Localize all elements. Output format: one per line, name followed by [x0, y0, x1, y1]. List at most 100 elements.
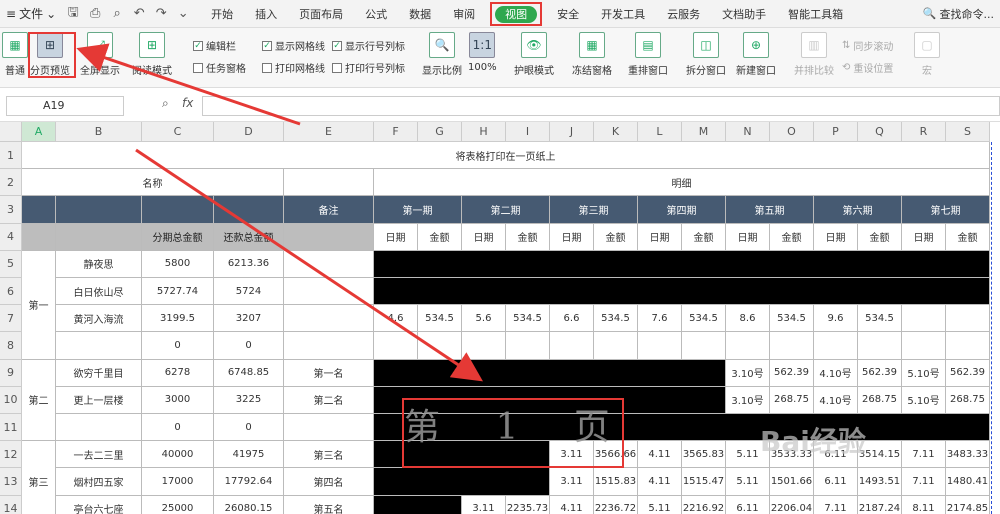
cell[interactable]: 3565.83: [682, 441, 726, 469]
cell[interactable]: 4.10号: [814, 386, 858, 414]
cell[interactable]: 第一期: [374, 196, 462, 224]
cell[interactable]: 5800: [142, 250, 214, 278]
cell[interactable]: 第五期: [726, 196, 814, 224]
cell[interactable]: [814, 332, 858, 360]
fx-icon[interactable]: fx: [182, 96, 193, 110]
tab-5[interactable]: 审阅: [442, 6, 486, 22]
cell[interactable]: 7.11: [902, 468, 946, 496]
cell[interactable]: 6.6: [550, 305, 594, 333]
cell[interactable]: 5727.74: [142, 278, 214, 306]
cell[interactable]: 0: [142, 414, 214, 442]
cell[interactable]: 第四期: [638, 196, 726, 224]
cell[interactable]: 3.11: [462, 495, 506, 514]
cell[interactable]: [284, 250, 374, 278]
cell[interactable]: 268.75: [946, 386, 990, 414]
cell[interactable]: 更上一层楼: [56, 386, 142, 414]
cell[interactable]: [284, 169, 374, 197]
cell[interactable]: [284, 414, 374, 442]
cell[interactable]: 3199.5: [142, 305, 214, 333]
cell[interactable]: 5.10号: [902, 359, 946, 387]
cell[interactable]: 1480.41: [946, 468, 990, 496]
cell[interactable]: [374, 278, 990, 306]
row-header[interactable]: 6: [0, 278, 22, 306]
cell[interactable]: 268.75: [770, 386, 814, 414]
cell[interactable]: 4.11: [638, 441, 682, 469]
new-window-button[interactable]: ⊕ 新建窗口: [736, 32, 776, 84]
cell[interactable]: 3000: [142, 386, 214, 414]
cell[interactable]: [462, 332, 506, 360]
column-header[interactable]: N: [726, 122, 770, 142]
cell[interactable]: [946, 332, 990, 360]
cell[interactable]: [284, 332, 374, 360]
cell[interactable]: 7.6: [638, 305, 682, 333]
cell[interactable]: 17000: [142, 468, 214, 496]
cell[interactable]: 第三名: [284, 441, 374, 469]
cell[interactable]: 6748.85: [214, 359, 284, 387]
zoom-search-icon[interactable]: ⌕: [162, 96, 169, 111]
cell[interactable]: [56, 196, 142, 224]
cell[interactable]: 534.5: [506, 305, 550, 333]
row-header[interactable]: 13: [0, 468, 22, 496]
cell[interactable]: [902, 332, 946, 360]
row-header[interactable]: 5: [0, 250, 22, 278]
cell[interactable]: 将表格打印在一页纸上: [22, 142, 990, 170]
column-header[interactable]: G: [418, 122, 462, 142]
cell[interactable]: 1515.83: [594, 468, 638, 496]
tab-0[interactable]: 开始: [200, 6, 244, 22]
cell[interactable]: 日期: [462, 223, 506, 251]
cell[interactable]: [22, 223, 56, 251]
cell[interactable]: 5724: [214, 278, 284, 306]
cell[interactable]: [284, 223, 374, 251]
row-header[interactable]: 3: [0, 196, 22, 224]
cell[interactable]: [418, 332, 462, 360]
cell[interactable]: 0: [214, 414, 284, 442]
cell[interactable]: [374, 468, 550, 496]
row-header[interactable]: 7: [0, 305, 22, 333]
cell[interactable]: [284, 305, 374, 333]
cell[interactable]: [374, 359, 726, 387]
cell[interactable]: 静夜思: [56, 250, 142, 278]
chevron-down-icon[interactable]: ⌄: [172, 6, 194, 21]
cell[interactable]: 2235.73: [506, 495, 550, 514]
cell[interactable]: 6.11: [814, 468, 858, 496]
cell[interactable]: [858, 332, 902, 360]
cell[interactable]: 3225: [214, 386, 284, 414]
column-header[interactable]: M: [682, 122, 726, 142]
cell[interactable]: [682, 332, 726, 360]
cell[interactable]: 明细: [374, 169, 990, 197]
cell[interactable]: 欲穷千里目: [56, 359, 142, 387]
cell[interactable]: 3.11: [550, 468, 594, 496]
cell[interactable]: 7.11: [902, 441, 946, 469]
row-header[interactable]: 9: [0, 359, 22, 387]
tab-9[interactable]: 云服务: [656, 6, 711, 22]
reset-position-button[interactable]: ⟲ 重设位置: [842, 60, 893, 75]
cell[interactable]: 1493.51: [858, 468, 902, 496]
formula-input[interactable]: [202, 96, 1000, 116]
cell[interactable]: 分期总金额: [142, 223, 214, 251]
cell[interactable]: 5.11: [726, 468, 770, 496]
zoom-button[interactable]: 🔍 显示比例: [422, 32, 462, 84]
file-menu[interactable]: ≡ 文件 ⌄: [0, 5, 62, 22]
cell[interactable]: 日期: [550, 223, 594, 251]
cell[interactable]: 日期: [374, 223, 418, 251]
cell[interactable]: 第五名: [284, 495, 374, 514]
sync-scroll-button[interactable]: ⇅ 同步滚动: [842, 38, 893, 53]
tab-11[interactable]: 智能工具箱: [777, 6, 854, 22]
tab-3[interactable]: 公式: [354, 6, 398, 22]
cell[interactable]: 7.11: [814, 495, 858, 514]
cell[interactable]: 8.6: [726, 305, 770, 333]
cell[interactable]: 26080.15: [214, 495, 284, 514]
cell[interactable]: 5.10号: [902, 386, 946, 414]
cell[interactable]: 534.5: [770, 305, 814, 333]
cell[interactable]: 第二: [22, 359, 56, 442]
cell[interactable]: 9.6: [814, 305, 858, 333]
column-header[interactable]: R: [902, 122, 946, 142]
cell[interactable]: 2206.04: [770, 495, 814, 514]
cell[interactable]: [902, 305, 946, 333]
cell[interactable]: [56, 332, 142, 360]
cell[interactable]: 日期: [902, 223, 946, 251]
cell[interactable]: 3.10号: [726, 359, 770, 387]
cell[interactable]: 第一名: [284, 359, 374, 387]
column-header[interactable]: A: [22, 122, 56, 142]
cell[interactable]: 2236.72: [594, 495, 638, 514]
